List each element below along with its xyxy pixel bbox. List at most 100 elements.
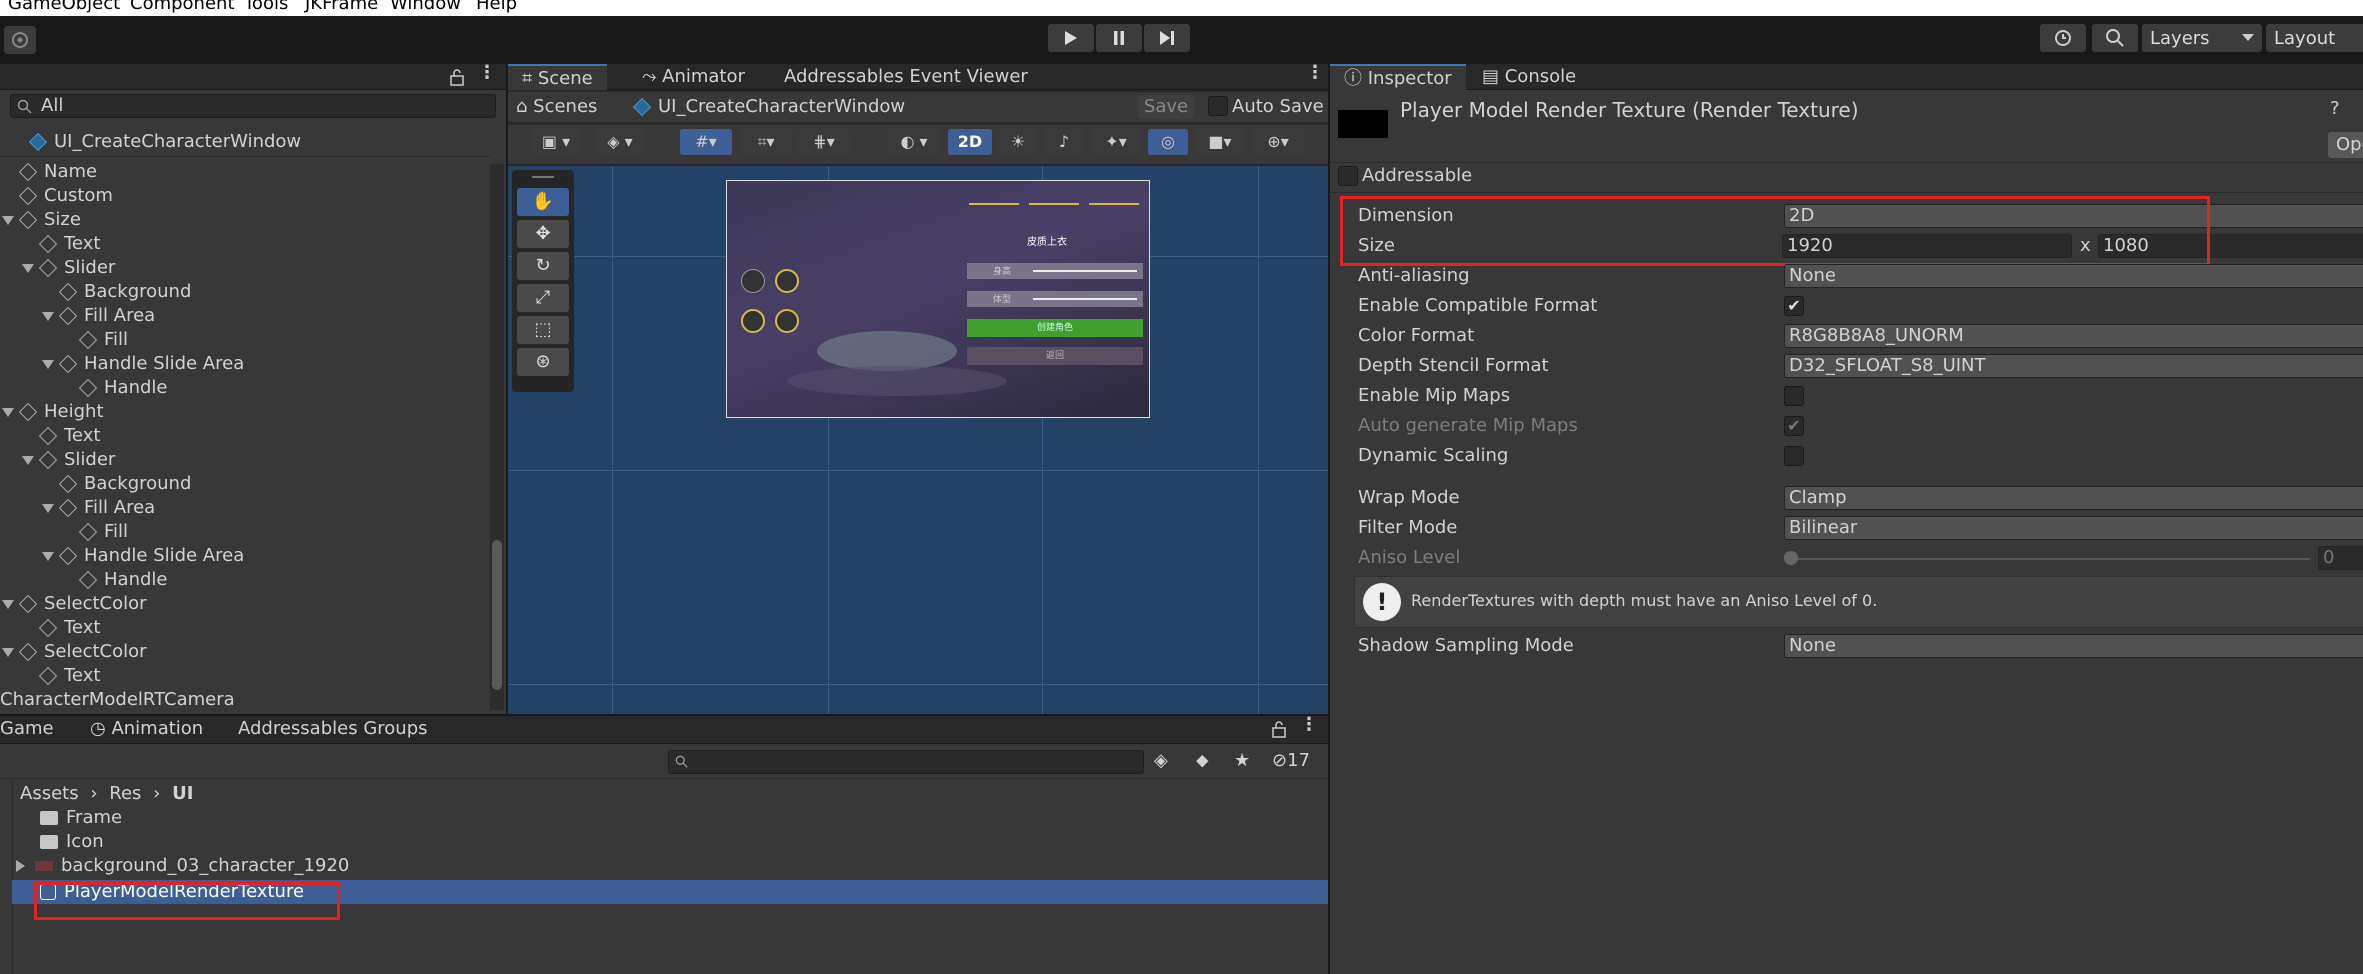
rotate-tool-icon[interactable]: ↻ [517,252,569,280]
menu-help[interactable]: Help [476,0,517,14]
autosave-checkbox[interactable] [1208,96,1228,116]
hierarchy-item[interactable]: Custom [2,184,113,208]
hierarchy-item[interactable]: Handle [62,568,167,592]
audio-toggle[interactable]: ♪ [1044,129,1084,155]
hierarchy-item[interactable]: Text [22,424,100,448]
ui-preview-canvas[interactable]: 皮质上衣 身高 体型 创建角色 返回 [726,180,1150,418]
hierarchy-item[interactable]: Background [42,280,191,304]
expand-arrow-icon[interactable] [2,215,14,225]
rect-tool-icon[interactable]: ⬚ [517,316,569,344]
visibility-toggle[interactable]: ◎ [1148,129,1188,155]
layout-dropdown[interactable]: Layout [2266,24,2363,52]
scene-root[interactable]: UI_CreateCharacterWindow [28,130,301,154]
filter-by-label-icon[interactable]: ⬥ [1196,750,1209,771]
more-icon[interactable]: ⋮ [1306,62,1324,83]
hierarchy-item[interactable]: Fill Area [42,496,155,520]
preview-grey-button[interactable]: 返回 [967,347,1143,365]
hierarchy-item[interactable]: Fill Area [42,304,155,328]
expand-arrow-icon[interactable] [42,359,54,369]
scale-tool-icon[interactable]: ⤢ [517,284,569,312]
breadcrumb-assets[interactable]: Assets [20,783,79,804]
menu-window[interactable]: Window [390,0,461,14]
tab-animation[interactable]: ◷ Animation [76,716,217,742]
project-item-background[interactable]: background_03_character_1920 [16,854,349,878]
hierarchy-item[interactable]: SelectColor [2,592,147,616]
lock-icon[interactable] [1272,720,1286,738]
expand-arrow-icon[interactable] [42,551,54,561]
2d-toggle[interactable]: 2D [948,129,992,155]
effects-dropdown[interactable]: ✦▾ [1090,129,1142,155]
hierarchy-search[interactable]: All [10,94,496,118]
tab-inspector[interactable]: ⓘ Inspector [1330,64,1466,90]
shadow-sampling-dropdown[interactable]: None [1784,634,2363,658]
hierarchy-item[interactable]: Text [22,664,100,688]
hierarchy-item[interactable]: Fill [62,328,128,352]
breadcrumb-prefab[interactable]: UI_CreateCharacterWindow [632,95,905,119]
shading-dropdown[interactable]: ◐ ▾ [888,129,940,155]
icon-circle[interactable] [741,309,765,333]
tab-addressables-groups[interactable]: Addressables Groups [224,716,442,742]
expand-arrow-icon[interactable] [2,647,14,657]
lock-icon[interactable] [450,68,464,86]
render-mode-dropdown[interactable]: ◈ ▾ [594,129,646,155]
preview-slider[interactable]: 体型 [967,291,1143,307]
search-button[interactable] [2092,24,2138,52]
filter-mode-dropdown[interactable]: Bilinear [1784,516,2363,540]
hierarchy-item[interactable]: Handle Slide Area [42,544,244,568]
gizmos-dropdown[interactable]: ⊕▾ [1252,129,1304,155]
favorite-icon[interactable]: ★ [1234,750,1250,771]
hierarchy-item[interactable]: Text [22,232,100,256]
hand-tool-icon[interactable]: ✋ [517,188,569,216]
expand-arrow-icon[interactable] [2,407,14,417]
mipmaps-checkbox[interactable] [1784,386,1804,406]
lighting-toggle[interactable]: ☀ [998,129,1038,155]
icon-circle[interactable] [775,269,799,293]
hierarchy-item[interactable]: Handle Slide Area [42,352,244,376]
filter-by-type-icon[interactable]: ◈ [1154,750,1168,771]
more-icon[interactable]: ⋮ [478,62,496,83]
menu-gameobject[interactable]: GameObject [8,0,120,14]
tab-addressables-event-viewer[interactable]: Addressables Event Viewer [770,64,1042,90]
tab-console[interactable]: ▤ Console [1468,64,1590,90]
menu-jkframe[interactable]: JKFrame [305,0,378,14]
menu-tools[interactable]: Tools [244,0,288,14]
tab-animator[interactable]: ⤳ Animator [628,64,759,90]
draw-mode-dropdown[interactable]: ▣ ▾ [530,129,582,155]
hierarchy-item[interactable]: Name [2,160,97,184]
hierarchy-item[interactable]: Slider [22,448,115,472]
hierarchy-item[interactable]: SelectColor [2,640,147,664]
wrap-mode-dropdown[interactable]: Clamp [1784,486,2363,510]
depth-format-dropdown[interactable]: D32_SFLOAT_S8_UINT [1784,354,2363,378]
camera-dropdown[interactable]: ■▾ [1194,129,1246,155]
expand-arrow-icon[interactable] [42,503,54,513]
icon-circle[interactable] [775,309,799,333]
color-format-dropdown[interactable]: R8G8B8A8_UNORM [1784,324,2363,348]
preview-slider[interactable]: 身高 [967,263,1143,279]
grid-snap-button[interactable]: #▾ [680,129,732,155]
breadcrumb-scenes[interactable]: ⌂ Scenes [516,95,597,119]
breadcrumb-res[interactable]: Res [109,783,141,804]
dynamic-scaling-checkbox[interactable] [1784,446,1804,466]
more-icon[interactable]: ⋮ [1300,714,1318,735]
preview-green-button[interactable]: 创建角色 [967,319,1143,337]
scene-viewport[interactable]: ✋ ✥ ↻ ⤢ ⬚ ⊛ 皮质上衣 身高 体型 创建角色 返回 [508,166,1328,714]
pause-button[interactable] [1096,24,1142,52]
breadcrumb-ui[interactable]: UI [172,783,193,804]
compatible-format-checkbox[interactable]: ✔ [1784,296,1804,316]
project-search[interactable] [668,750,1144,774]
icon-circle[interactable] [741,269,765,293]
open-button[interactable]: Ope [2328,132,2363,158]
hierarchy-item[interactable]: Fill [62,520,128,544]
hierarchy-item[interactable]: Handle [62,376,167,400]
hierarchy-item[interactable]: Height [2,400,104,424]
hierarchy-item[interactable]: Slider [22,256,115,280]
hierarchy-item[interactable]: CharacterModelRTCamera [0,688,235,712]
tab-game[interactable]: Game [0,716,68,742]
menu-component[interactable]: Component [130,0,235,14]
scrollbar-thumb[interactable] [492,540,502,690]
expand-arrow-icon[interactable] [22,455,34,465]
save-button[interactable]: Save [1138,95,1194,119]
hierarchy-item[interactable]: Background [42,472,191,496]
hierarchy-item[interactable]: Text [22,616,100,640]
expand-arrow-icon[interactable] [16,860,25,872]
